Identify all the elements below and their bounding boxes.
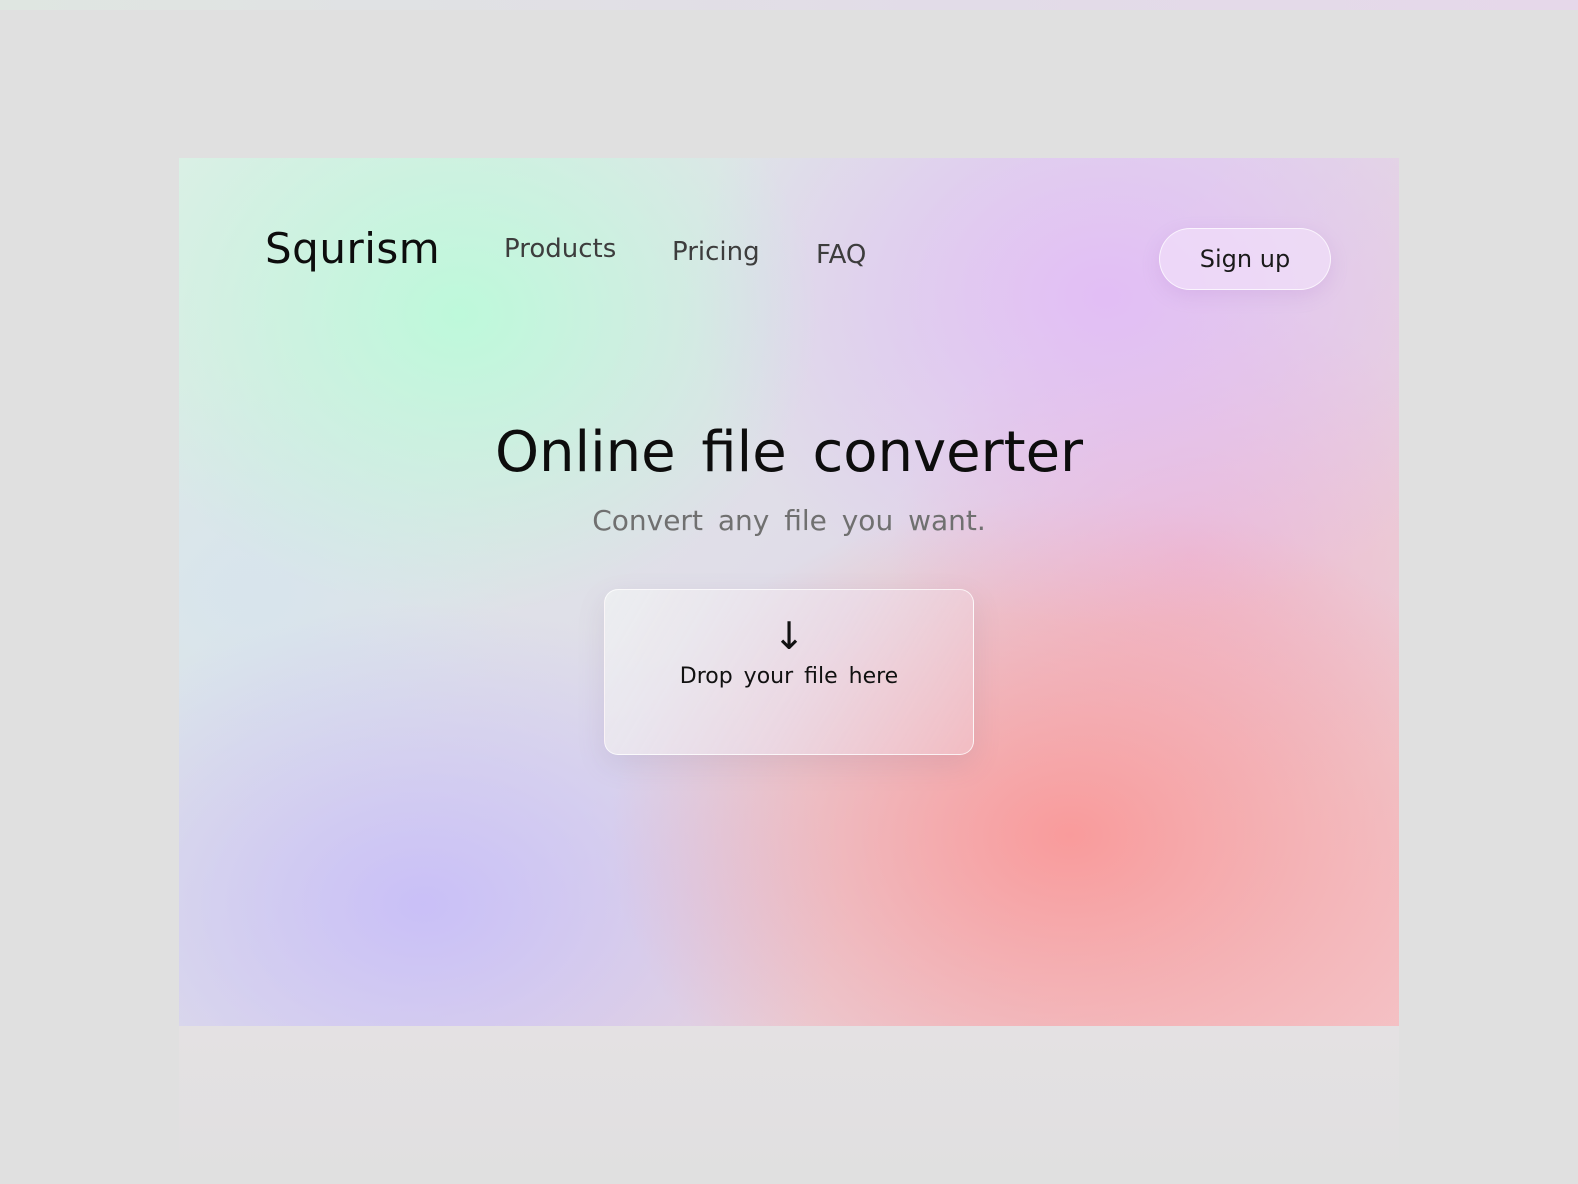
page-subtitle: Convert any file you want. <box>592 504 986 537</box>
page-title: Online file converter <box>494 420 1084 485</box>
nav-link-products[interactable]: Products <box>504 234 616 264</box>
file-drop-zone[interactable]: ↓ Drop your file here <box>604 589 974 755</box>
brand-logo[interactable]: Squrism <box>265 224 440 273</box>
drop-zone-label: Drop your file here <box>679 664 899 689</box>
hero-reflection <box>179 1026 1399 1184</box>
arrow-down-icon: ↓ <box>773 614 805 658</box>
nav-link-pricing[interactable]: Pricing <box>672 237 760 267</box>
sign-up-button[interactable]: Sign up <box>1159 228 1331 290</box>
top-strip <box>0 0 1578 10</box>
hero-section: Squrism Products Pricing FAQ Sign up Onl… <box>179 158 1399 1026</box>
nav-link-faq[interactable]: FAQ <box>816 240 866 270</box>
